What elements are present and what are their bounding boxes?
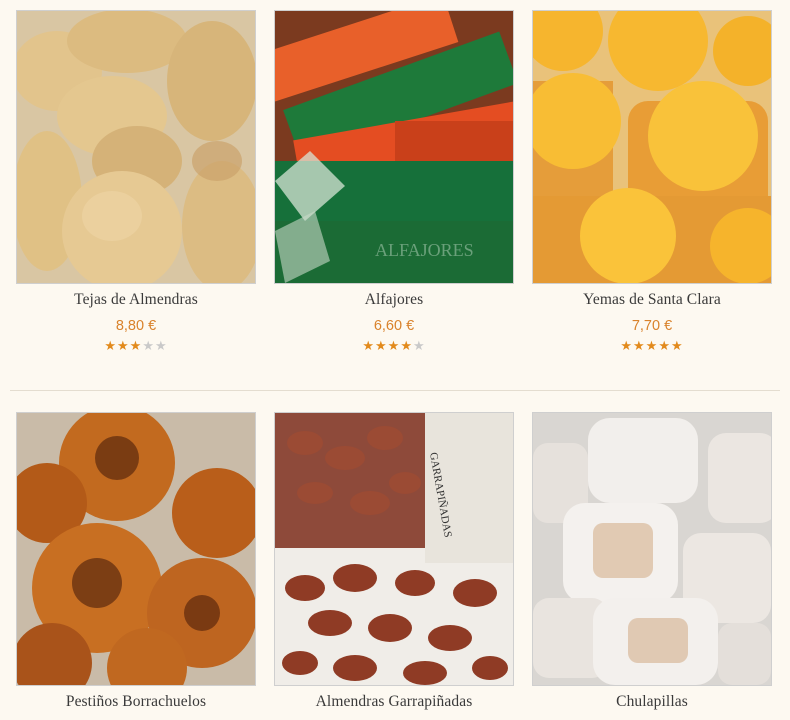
- product-card[interactable]: GARRAPIÑADAS Almendras Garrapiñadas: [274, 412, 514, 711]
- yemas-santa-clara-photo: [533, 11, 771, 283]
- star-filled-icon: ★: [670, 339, 684, 354]
- product-name[interactable]: Alfajores: [274, 291, 514, 309]
- star-filled-icon: ★: [387, 339, 401, 354]
- product-card[interactable]: Chulapillas: [532, 412, 772, 711]
- almendras-garrapinadas-photo: GARRAPIÑADAS: [275, 413, 513, 685]
- star-filled-icon: ★: [658, 339, 671, 354]
- tejas-almendras-photo: [17, 11, 255, 283]
- product-card[interactable]: ALFAJORES Alfajores 6,60 € ★★★★★: [274, 10, 514, 354]
- row-divider: [10, 390, 780, 391]
- product-name[interactable]: Yemas de Santa Clara: [532, 291, 772, 309]
- product-image-chulapillas[interactable]: [532, 412, 772, 686]
- alfajores-wrapper-text: ALFAJORES: [375, 240, 474, 260]
- product-name[interactable]: Pestiños Borrachuelos: [16, 693, 256, 711]
- product-card[interactable]: Yemas de Santa Clara 7,70 € ★★★★★: [532, 10, 772, 354]
- product-image-alfajores[interactable]: ALFAJORES: [274, 10, 514, 284]
- star-empty-icon: ★: [154, 339, 168, 354]
- star-filled-icon: ★: [129, 339, 143, 354]
- product-price: 7,70 €: [631, 318, 673, 334]
- product-price: 8,80 €: [115, 318, 157, 334]
- star-filled-icon: ★: [633, 339, 646, 354]
- star-filled-icon: ★: [400, 339, 413, 354]
- product-card[interactable]: Tejas de Almendras 8,80 € ★★★★★: [16, 10, 256, 354]
- product-grid: Tejas de Almendras 8,80 € ★★★★★ ALFAJORE…: [0, 0, 790, 720]
- rating-stars: ★★★★★: [532, 340, 772, 354]
- star-empty-icon: ★: [142, 339, 155, 354]
- star-filled-icon: ★: [645, 339, 659, 354]
- star-filled-icon: ★: [117, 339, 130, 354]
- rating-stars: ★★★★★: [16, 340, 256, 354]
- star-empty-icon: ★: [412, 339, 426, 354]
- product-name[interactable]: Tejas de Almendras: [16, 291, 256, 309]
- product-image-pestinos[interactable]: [16, 412, 256, 686]
- star-filled-icon: ★: [362, 339, 376, 354]
- star-filled-icon: ★: [620, 339, 634, 354]
- rating-stars: ★★★★★: [274, 340, 514, 354]
- star-filled-icon: ★: [375, 339, 388, 354]
- product-name[interactable]: Chulapillas: [532, 693, 772, 711]
- product-image-garrapinadas[interactable]: GARRAPIÑADAS: [274, 412, 514, 686]
- product-card[interactable]: Pestiños Borrachuelos: [16, 412, 256, 711]
- product-name[interactable]: Almendras Garrapiñadas: [274, 693, 514, 711]
- star-filled-icon: ★: [104, 339, 118, 354]
- chulapillas-photo: [533, 413, 771, 685]
- product-image-yemas[interactable]: [532, 10, 772, 284]
- product-price: 6,60 €: [373, 318, 415, 334]
- product-image-tejas[interactable]: [16, 10, 256, 284]
- alfajores-photo: ALFAJORES: [275, 11, 513, 283]
- pestinos-borrachuelos-photo: [17, 413, 255, 685]
